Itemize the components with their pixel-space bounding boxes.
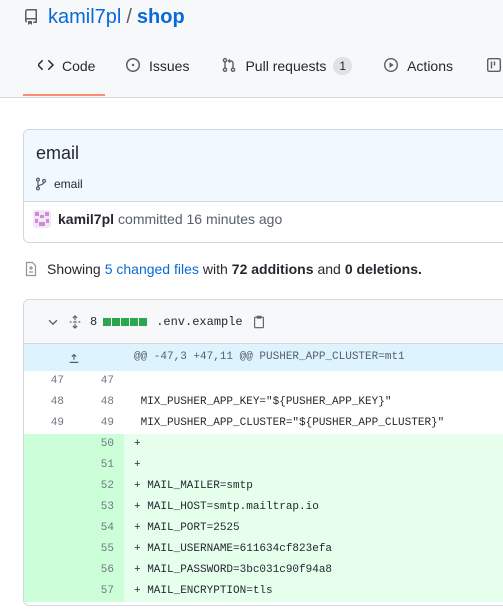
commit-branch[interactable]: email xyxy=(34,177,83,191)
expand-up-icon xyxy=(69,353,79,363)
line-code: + MAIL_USERNAME=611634cf823efa xyxy=(124,539,503,560)
old-line-number xyxy=(24,539,74,560)
diff-line-addition: 55 + MAIL_USERNAME=611634cf823efa xyxy=(24,539,503,560)
old-line-number xyxy=(24,560,74,581)
line-code: + MAIL_HOST=smtp.mailtrap.io xyxy=(124,497,503,518)
summary-and: and xyxy=(317,261,341,277)
line-code: MIX_PUSHER_APP_KEY="${PUSHER_APP_KEY}" xyxy=(134,396,392,408)
diff-line: 48 48 MIX_PUSHER_APP_KEY="${PUSHER_APP_K… xyxy=(24,392,503,413)
diff-line-addition: 57 + MAIL_ENCRYPTION=tls xyxy=(24,581,503,602)
commit-author-link[interactable]: kamil7pl xyxy=(58,211,114,227)
diff-line-addition: 51 + xyxy=(24,455,503,476)
tab-projects[interactable] xyxy=(486,58,503,96)
diffstat-blocks xyxy=(103,317,148,326)
diff-line-addition: 50 + xyxy=(24,434,503,455)
summary-with: with xyxy=(202,261,228,277)
commit-meta: kamil7pl committed 16 minutes ago xyxy=(33,210,282,228)
tab-pull-requests-label: Pull requests xyxy=(245,58,327,74)
expand-up-button[interactable] xyxy=(24,344,124,371)
new-line-number[interactable]: 53 xyxy=(74,497,124,518)
line-code: + MAIL_PASSWORD=3bc031c90f94a8 xyxy=(124,560,503,581)
hunk-header-row: @@ -47,3 +47,11 @@ PUSHER_APP_CLUSTER=mt… xyxy=(24,344,503,371)
branch-name: email xyxy=(54,177,83,191)
old-line-number[interactable]: 47 xyxy=(24,371,74,392)
repo-name-link[interactable]: shop xyxy=(137,6,185,29)
old-line-number xyxy=(24,434,74,455)
line-code: MIX_PUSHER_APP_CLUSTER="${PUSHER_APP_CLU… xyxy=(134,417,445,429)
issue-icon xyxy=(125,57,141,73)
summary-prefix: Showing xyxy=(47,261,101,277)
diff-line-addition: 56 + MAIL_PASSWORD=3bc031c90f94a8 xyxy=(24,560,503,581)
file-diff: 8 .env.example @@ -47,3 +47,11 @@ PUSHER… xyxy=(23,299,503,606)
tab-issues[interactable]: Issues xyxy=(125,57,190,96)
tab-pull-requests[interactable]: Pull requests 1 xyxy=(221,57,353,96)
code-icon xyxy=(38,60,54,70)
new-line-number[interactable]: 55 xyxy=(74,539,124,560)
line-code: + xyxy=(124,455,503,476)
new-line-number[interactable]: 51 xyxy=(74,455,124,476)
diff-line-addition: 54 + MAIL_PORT=2525 xyxy=(24,518,503,539)
commit-header: email email xyxy=(24,130,503,202)
tab-issues-label: Issues xyxy=(149,58,190,74)
avatar[interactable] xyxy=(33,210,51,228)
tab-actions[interactable]: Actions xyxy=(383,57,454,96)
old-line-number xyxy=(24,476,74,497)
line-code: + MAIL_ENCRYPTION=tls xyxy=(124,581,503,602)
old-line-number[interactable]: 49 xyxy=(24,413,74,434)
file-header: 8 .env.example xyxy=(24,300,503,344)
line-code: + MAIL_MAILER=smtp xyxy=(124,476,503,497)
new-line-number[interactable]: 50 xyxy=(74,434,124,455)
tab-code[interactable]: Code xyxy=(23,58,105,96)
file-change-count: 8 xyxy=(90,314,98,329)
line-code: + xyxy=(124,434,503,455)
repo-owner-link[interactable]: kamil7pl xyxy=(48,6,121,29)
chevron-down-icon[interactable] xyxy=(46,315,60,329)
repo-icon xyxy=(24,9,37,25)
additions-count: 72 additions xyxy=(231,261,314,277)
commit-title: email xyxy=(36,143,80,163)
repo-nav-tabs: Code Issues Pull requests 1 Actions xyxy=(23,57,503,98)
old-line-number xyxy=(24,455,74,476)
new-line-number[interactable]: 49 xyxy=(74,413,124,434)
tab-code-label: Code xyxy=(62,58,96,74)
old-line-number[interactable]: 48 xyxy=(24,392,74,413)
hunk-header-text: @@ -47,3 +47,11 @@ PUSHER_APP_CLUSTER=mt… xyxy=(124,344,503,371)
project-icon xyxy=(487,58,502,73)
file-name-link[interactable]: .env.example xyxy=(156,315,242,329)
new-line-number[interactable]: 56 xyxy=(74,560,124,581)
play-icon xyxy=(384,57,399,73)
commit-box: email email kamil7pl committed 16 minute… xyxy=(23,129,503,243)
new-line-number[interactable]: 47 xyxy=(74,371,124,392)
repo-header: kamil7pl / shop Code Issues Pull request… xyxy=(0,0,503,98)
line-code: + MAIL_PORT=2525 xyxy=(124,518,503,539)
unfold-icon[interactable] xyxy=(68,314,82,329)
diff-summary: Showing 5 changed files with 72 addition… xyxy=(23,261,426,277)
repo-separator: / xyxy=(126,5,132,28)
old-line-number xyxy=(24,497,74,518)
diff-line-addition: 53 + MAIL_HOST=smtp.mailtrap.io xyxy=(24,497,503,518)
pull-requests-count-badge: 1 xyxy=(333,57,353,75)
tab-actions-label: Actions xyxy=(407,58,454,74)
commit-action-text: committed 16 minutes ago xyxy=(118,211,283,227)
branch-icon xyxy=(35,177,47,191)
diff-line: 47 47 xyxy=(24,371,503,392)
deletions-count: 0 deletions. xyxy=(344,261,422,277)
pull-request-icon xyxy=(223,57,236,73)
new-line-number[interactable]: 57 xyxy=(74,581,124,602)
changed-files-link[interactable]: 5 changed files xyxy=(105,261,199,277)
copy-icon[interactable] xyxy=(252,315,266,329)
old-line-number xyxy=(24,518,74,539)
new-line-number[interactable]: 54 xyxy=(74,518,124,539)
repo-breadcrumb: kamil7pl / shop xyxy=(23,5,185,29)
new-line-number[interactable]: 48 xyxy=(74,392,124,413)
diff-line-addition: 52 + MAIL_MAILER=smtp xyxy=(24,476,503,497)
new-line-number[interactable]: 52 xyxy=(74,476,124,497)
line-code xyxy=(124,371,503,392)
file-diff-icon xyxy=(25,261,37,277)
old-line-number xyxy=(24,581,74,602)
diff-line: 49 49 MIX_PUSHER_APP_CLUSTER="${PUSHER_A… xyxy=(24,413,503,434)
